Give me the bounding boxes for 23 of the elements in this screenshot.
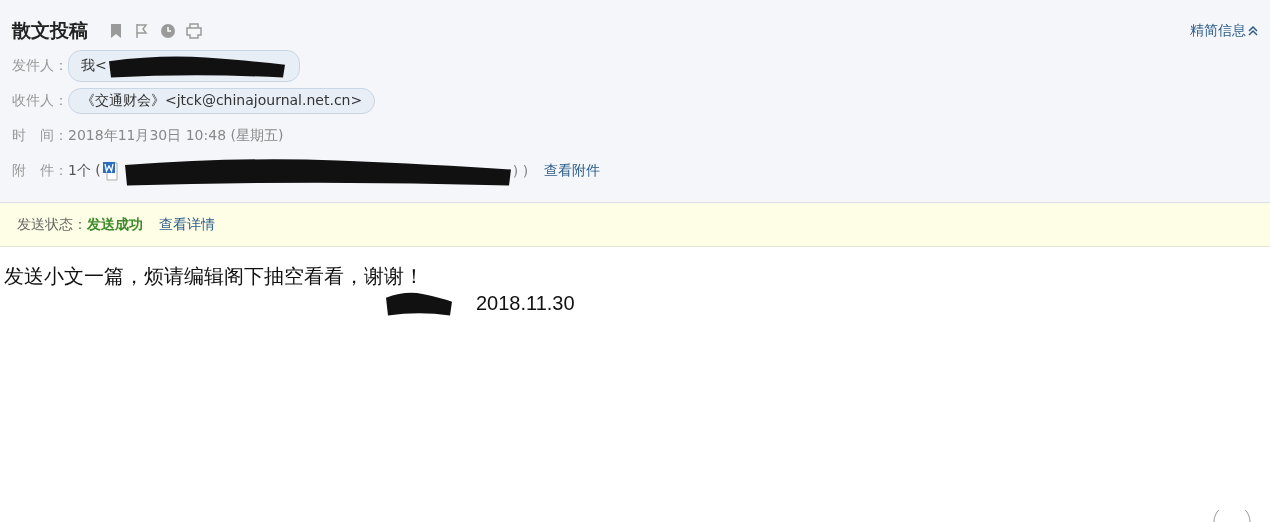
attachment-paren: ) ) xyxy=(512,162,529,179)
address-chip[interactable]: 我< xyxy=(68,49,300,82)
word-document-icon xyxy=(102,160,121,181)
redaction-scribble xyxy=(384,290,454,316)
clock-icon[interactable] xyxy=(160,23,176,39)
address-chip[interactable]: 《交通财会》<jtck@chinajournal.net.cn> xyxy=(68,87,376,114)
attachment-count: 1个 ( xyxy=(68,161,101,180)
email-subject: 散文投稿 xyxy=(12,18,88,43)
print-icon[interactable] xyxy=(186,23,202,39)
chevron-up-icon xyxy=(1248,26,1258,36)
signature-date: 2018.11.30 xyxy=(476,291,575,315)
bookmark-icon[interactable] xyxy=(108,23,124,39)
message-text: 发送小文一篇，烦请编辑阁下抽空看看，谢谢！ xyxy=(4,264,425,289)
flag-icon[interactable] xyxy=(134,23,150,39)
field-label: 发件人： xyxy=(12,56,68,75)
field-label: 附 件： xyxy=(12,161,68,180)
date-text: 2018年11月30日 10:48 (星期五) xyxy=(68,126,284,145)
field-label: 收件人： xyxy=(12,91,68,110)
send-status-text: 发送状态：发送成功 xyxy=(17,215,143,234)
collapse-info-link[interactable]: 精简信息 xyxy=(1190,22,1258,40)
view-attachment-link[interactable]: 查看附件 xyxy=(544,161,601,180)
field-label: 时 间： xyxy=(12,126,68,145)
view-details-link[interactable]: 查看详情 xyxy=(159,215,215,234)
